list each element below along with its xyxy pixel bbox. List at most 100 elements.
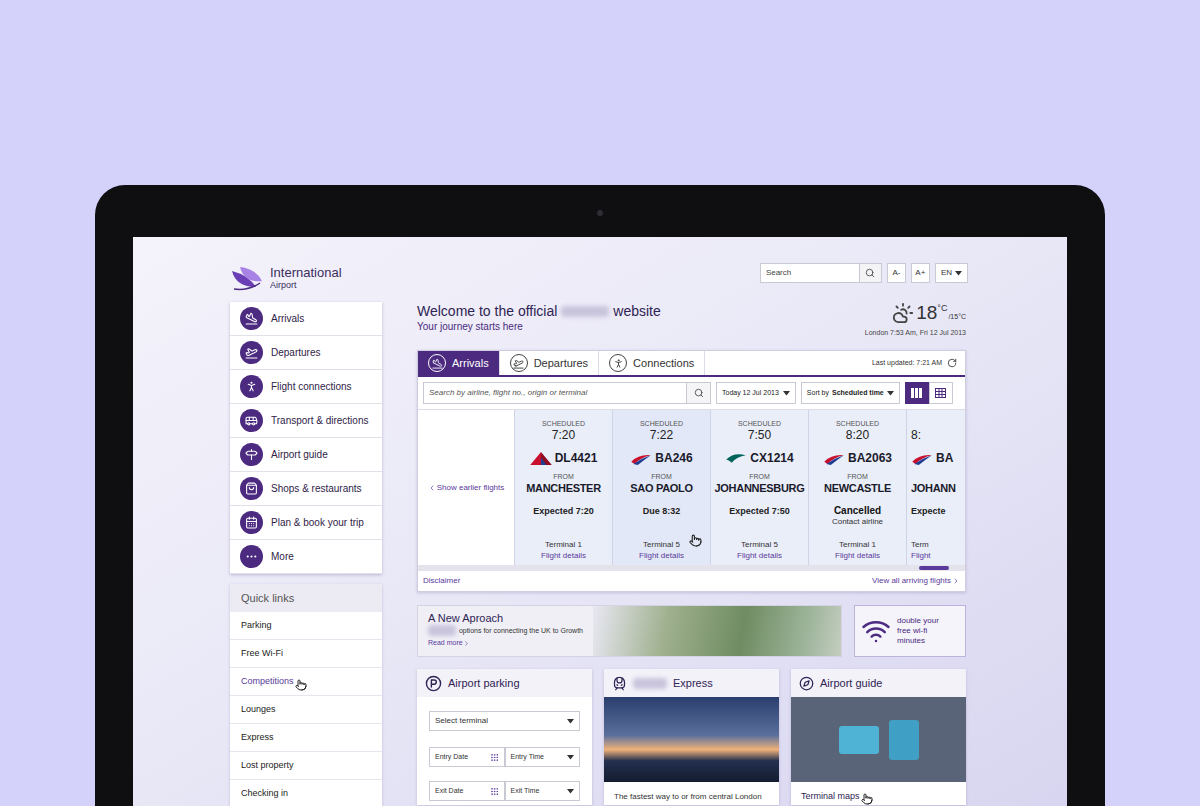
hand-cursor-icon xyxy=(295,679,307,691)
flight-details-link[interactable]: Flight details xyxy=(639,550,684,561)
flight-number: DL4421 xyxy=(555,451,598,466)
tab-icon xyxy=(613,358,624,369)
sidebar-item-icon xyxy=(240,443,263,466)
express-card[interactable]: Express The fastest way to or from centra… xyxy=(604,669,779,805)
flight-details-link[interactable]: Flight details xyxy=(835,550,880,561)
sort-select[interactable]: Sort byScheduled time xyxy=(801,382,900,404)
caret-icon xyxy=(567,755,574,760)
scheduled-label: SCHEDULED xyxy=(542,419,585,428)
card-title: Express xyxy=(673,675,713,692)
flight-number-row: CX1214 xyxy=(725,451,793,466)
parking-field[interactable]: Entry Date xyxy=(429,747,505,767)
flight-tab[interactable]: Connections xyxy=(599,351,705,375)
nav-icon xyxy=(245,550,258,563)
nav-icon xyxy=(245,380,258,393)
flight-search-input[interactable]: Search by airline, flight no., origin or… xyxy=(423,382,687,404)
language-button[interactable]: EN xyxy=(935,263,968,283)
flight-tabs: ArrivalsDeparturesConnectionsLast update… xyxy=(418,351,965,377)
express-caption: The fastest way to or from central Londo… xyxy=(604,782,779,802)
hand-cursor-icon xyxy=(861,793,873,805)
sidebar-item-icon xyxy=(240,307,263,330)
sidebar-item[interactable]: Flight connections xyxy=(230,370,382,404)
wifi-card[interactable]: double yourfree wi-fiminutes xyxy=(854,605,966,657)
blurred-name xyxy=(428,625,456,636)
read-more-link[interactable]: Read more xyxy=(428,638,583,649)
sidebar-item[interactable]: More xyxy=(230,540,382,574)
site-search-button[interactable] xyxy=(860,263,882,283)
quick-link[interactable]: Express xyxy=(230,724,382,752)
scrollbar-thumb[interactable] xyxy=(919,566,949,570)
flight-cards: Show earlier flightsSCHEDULED7:20DL4421F… xyxy=(418,409,965,565)
scheduled-time: 8: xyxy=(911,428,921,443)
flight-tab[interactable]: Departures xyxy=(500,351,599,375)
sidebar-item[interactable]: Transport & directions xyxy=(230,404,382,438)
welcome-tagline: Your journey starts here xyxy=(417,320,661,334)
terminal: Terminal 5 xyxy=(643,539,680,550)
nav-icon xyxy=(245,448,258,461)
text-size-button[interactable]: A+ xyxy=(911,263,930,283)
scheduled-label: SCHEDULED xyxy=(640,419,683,428)
flight-search: Search by airline, flight no., origin or… xyxy=(423,382,711,404)
delta-logo-icon xyxy=(530,452,552,465)
sidebar-item[interactable]: Plan & book your trip xyxy=(230,506,382,540)
flight-details-link[interactable]: Flight xyxy=(911,550,931,561)
view-all-link[interactable]: View all arriving flights xyxy=(872,575,960,587)
quick-link[interactable]: Lost property xyxy=(230,752,382,780)
flight-status: Expected 7:50 xyxy=(729,505,790,517)
promo-banner[interactable]: A New Aproachoptions for connecting the … xyxy=(417,605,842,657)
refresh-icon[interactable] xyxy=(947,358,957,368)
temperature-low: /15°C xyxy=(948,302,966,328)
main: ArrivalsDeparturesFlight connectionsTran… xyxy=(230,302,968,806)
terminal-maps-link[interactable]: Terminal maps xyxy=(801,791,860,802)
terminal: Terminal 1 xyxy=(839,539,876,550)
tab-icon xyxy=(432,358,443,369)
page: InternationalAirport Search A-A+EN Arrivals… xyxy=(0,0,1200,806)
flight-card[interactable]: SCHEDULED7:50CX1214FROMJOHANNESBURGExpec… xyxy=(710,410,808,565)
view-button[interactable] xyxy=(929,382,953,404)
flight-tab[interactable]: Arrivals xyxy=(418,351,500,375)
site-search-input[interactable]: Search xyxy=(760,263,860,283)
sidebar-item[interactable]: Departures xyxy=(230,336,382,370)
nav-icon xyxy=(245,346,258,359)
weather: 18°C/15°CLondon 7:53 Am, Fri 12 Jul 2013 xyxy=(865,302,966,338)
disclaimer-link[interactable]: Disclaimer xyxy=(423,575,460,587)
quick-link[interactable]: Checking in xyxy=(230,780,382,806)
weather-place-time: London 7:53 Am, Fri 12 Jul 2013 xyxy=(865,328,966,338)
quick-link[interactable]: Parking xyxy=(230,612,382,640)
promo-row: A New Aproachoptions for connecting the … xyxy=(417,605,966,657)
quick-link[interactable]: Free Wi-Fi xyxy=(230,640,382,668)
parking-field[interactable]: Entry Time xyxy=(505,747,581,767)
terminal-select[interactable]: Select terminal xyxy=(429,711,580,731)
train-icon xyxy=(612,676,627,691)
flight-card[interactable]: SCHEDULED7:20DL4421FROMMANCHESTERExpecte… xyxy=(514,410,612,565)
promo-subtitle: options for connecting the UK to Growth xyxy=(459,626,583,636)
flight-card[interactable]: SCHEDULED8:20BA2063FROMNEWCASTLECancelle… xyxy=(808,410,906,565)
sidebar-item[interactable]: Airport guide xyxy=(230,438,382,472)
flight-card[interactable]: SCHEDULED7:22BA246FROMSAO PAOLODue 8:32T… xyxy=(612,410,710,565)
laptop-bezel: InternationalAirport Search A-A+EN Arrivals… xyxy=(95,185,1105,806)
date-select[interactable]: Today 12 Jul 2013 xyxy=(716,382,796,404)
logo-title: International xyxy=(270,265,342,280)
flight-details-link[interactable]: Flight details xyxy=(737,550,782,561)
parking-card: Airport parkingSelect terminalEntry Date… xyxy=(417,669,592,805)
flight-number: BA246 xyxy=(655,451,692,466)
terminal: Terminal 1 xyxy=(545,539,582,550)
flight-card[interactable]: 8:BAJOHANNExpecteTermFlight xyxy=(906,410,965,565)
sidebar-item-label: Flight connections xyxy=(271,379,352,394)
flight-scrollbar[interactable] xyxy=(418,565,965,571)
logo-subtitle: Airport xyxy=(270,280,342,291)
parking-field[interactable]: Exit Date xyxy=(429,781,505,801)
text-size-button[interactable]: A- xyxy=(887,263,906,283)
flight-search-button[interactable] xyxy=(687,382,711,404)
parking-field[interactable]: Exit Time xyxy=(505,781,581,801)
sidebar-item[interactable]: Shops & restaurants xyxy=(230,472,382,506)
quick-link[interactable]: Lounges xyxy=(230,696,382,724)
sidebar-item[interactable]: Arrivals xyxy=(230,302,382,336)
flight-details-link[interactable]: Flight details xyxy=(541,550,586,561)
view-button[interactable] xyxy=(905,382,929,404)
show-earlier-flights[interactable]: Show earlier flights xyxy=(418,410,514,565)
guide-card[interactable]: Airport guideTerminal maps xyxy=(791,669,966,805)
quick-link[interactable]: Competitions xyxy=(230,668,382,696)
logo[interactable]: InternationalAirport xyxy=(230,263,342,291)
temperature: 18 xyxy=(916,302,937,324)
